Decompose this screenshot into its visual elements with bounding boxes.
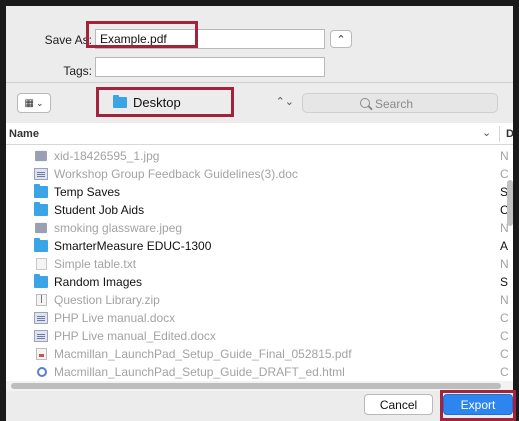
date-column-header[interactable]: D (506, 128, 514, 140)
image-icon (35, 222, 47, 234)
file-date: C (500, 311, 509, 325)
list-item[interactable]: Question Library.zip N (6, 291, 509, 309)
list-item[interactable]: PHP Live manual_Edited.docx C (6, 327, 509, 345)
list-header: Name ⌄ D (6, 123, 514, 145)
save-as-label: Save As: (44, 33, 92, 47)
file-date: N (500, 257, 509, 271)
list-item[interactable]: Workshop Group Feedback Guidelines(3).do… (6, 165, 509, 183)
pdf-icon (36, 348, 47, 360)
file-name: Random Images (54, 275, 143, 289)
file-name: SmarterMeasure EDUC-1300 (54, 239, 212, 253)
dialog-footer: Cancel Export (6, 390, 513, 421)
up-down-arrows-icon: ⌃⌄ (275, 96, 294, 108)
file-name: PHP Live manual_Edited.docx (54, 329, 216, 343)
file-name: Question Library.zip (54, 293, 160, 307)
tags-label: Tags: (63, 64, 92, 78)
export-highlight (440, 390, 516, 421)
file-date: C (500, 329, 509, 343)
name-column-header[interactable]: Name (9, 128, 39, 140)
search-placeholder: Search (375, 97, 414, 111)
file-name: Macmillan_LaunchPad_Setup_Guide_DRAFT_ed… (54, 365, 345, 379)
file-date: C (500, 167, 509, 181)
file-date: N (500, 149, 509, 163)
file-name: Macmillan_LaunchPad_Setup_Guide_Final_05… (54, 347, 352, 361)
file-name: PHP Live manual.docx (54, 311, 176, 325)
file-name: Simple table.txt (54, 257, 137, 271)
list-item[interactable]: SmarterMeasure EDUC-1300 A (6, 237, 509, 255)
list-item[interactable]: Simple table.txt N (6, 255, 509, 273)
list-item[interactable]: xid-18426595_1.jpg N (6, 147, 509, 165)
chevron-down-icon: ⌄ (35, 97, 44, 108)
file-date: C (500, 365, 509, 379)
location-highlight (96, 87, 234, 117)
search-icon (360, 98, 370, 108)
list-item[interactable]: Macmillan_LaunchPad_Setup_Guide_Final_05… (6, 345, 509, 363)
image-icon (35, 150, 47, 162)
file-date: N (500, 293, 509, 307)
file-name: Workshop Group Feedback Guidelines(3).do… (54, 167, 298, 181)
html-icon (37, 367, 47, 377)
list-item[interactable]: Macmillan_LaunchPad_Setup_Guide_DRAFT_ed… (6, 363, 509, 381)
folder-icon (34, 202, 48, 216)
list-item[interactable]: smoking glassware.jpeg N (6, 219, 509, 237)
file-name: Student Job Aids (54, 203, 145, 217)
chevron-up-icon: ⌃ (336, 33, 346, 46)
folder-icon (34, 184, 48, 198)
file-date: C (500, 347, 509, 361)
frame-right-border (513, 0, 519, 421)
file-rows: xid-18426595_1.jpg N Workshop Group Feed… (6, 147, 509, 381)
cancel-button[interactable]: Cancel (364, 394, 433, 415)
zip-icon (36, 294, 47, 306)
list-item[interactable]: Student Job Aids C (6, 201, 509, 219)
doc-icon (34, 168, 48, 180)
file-date: A (500, 239, 509, 253)
list-item[interactable]: PHP Live manual.docx C (6, 309, 509, 327)
collapse-toggle-button[interactable]: ⌃ (330, 30, 352, 48)
horizontal-scrollbar[interactable] (11, 383, 501, 389)
view-mode-button[interactable]: ▦ ⌄ (17, 93, 51, 113)
file-name: Temp Saves (54, 185, 121, 199)
list-item[interactable]: Temp Saves S (6, 183, 508, 201)
text-file-icon (36, 258, 47, 270)
toolbar-separator (6, 82, 513, 83)
file-name: smoking glassware.jpeg (54, 221, 183, 235)
grid-view-icon: ▦ (24, 97, 35, 109)
save-as-highlight (86, 21, 198, 48)
save-dialog: Save As: Example.pdf ⌃ Tags: ▦ ⌄ Desktop… (6, 6, 516, 421)
tags-input[interactable] (95, 57, 325, 77)
doc-icon (34, 330, 48, 342)
list-item[interactable]: Random Images S (6, 273, 509, 291)
column-divider[interactable] (499, 126, 500, 142)
folder-icon (34, 238, 48, 252)
file-name: xid-18426595_1.jpg (54, 149, 160, 163)
search-field[interactable]: Search (302, 93, 498, 113)
file-list: Name ⌄ D xid-18426595_1.jpg N Workshop G… (6, 123, 514, 391)
vertical-scrollbar[interactable] (507, 180, 513, 226)
sort-chevron-icon[interactable]: ⌄ (482, 126, 491, 139)
doc-icon (34, 312, 48, 324)
file-date: S (500, 275, 509, 289)
folder-icon (34, 274, 48, 288)
